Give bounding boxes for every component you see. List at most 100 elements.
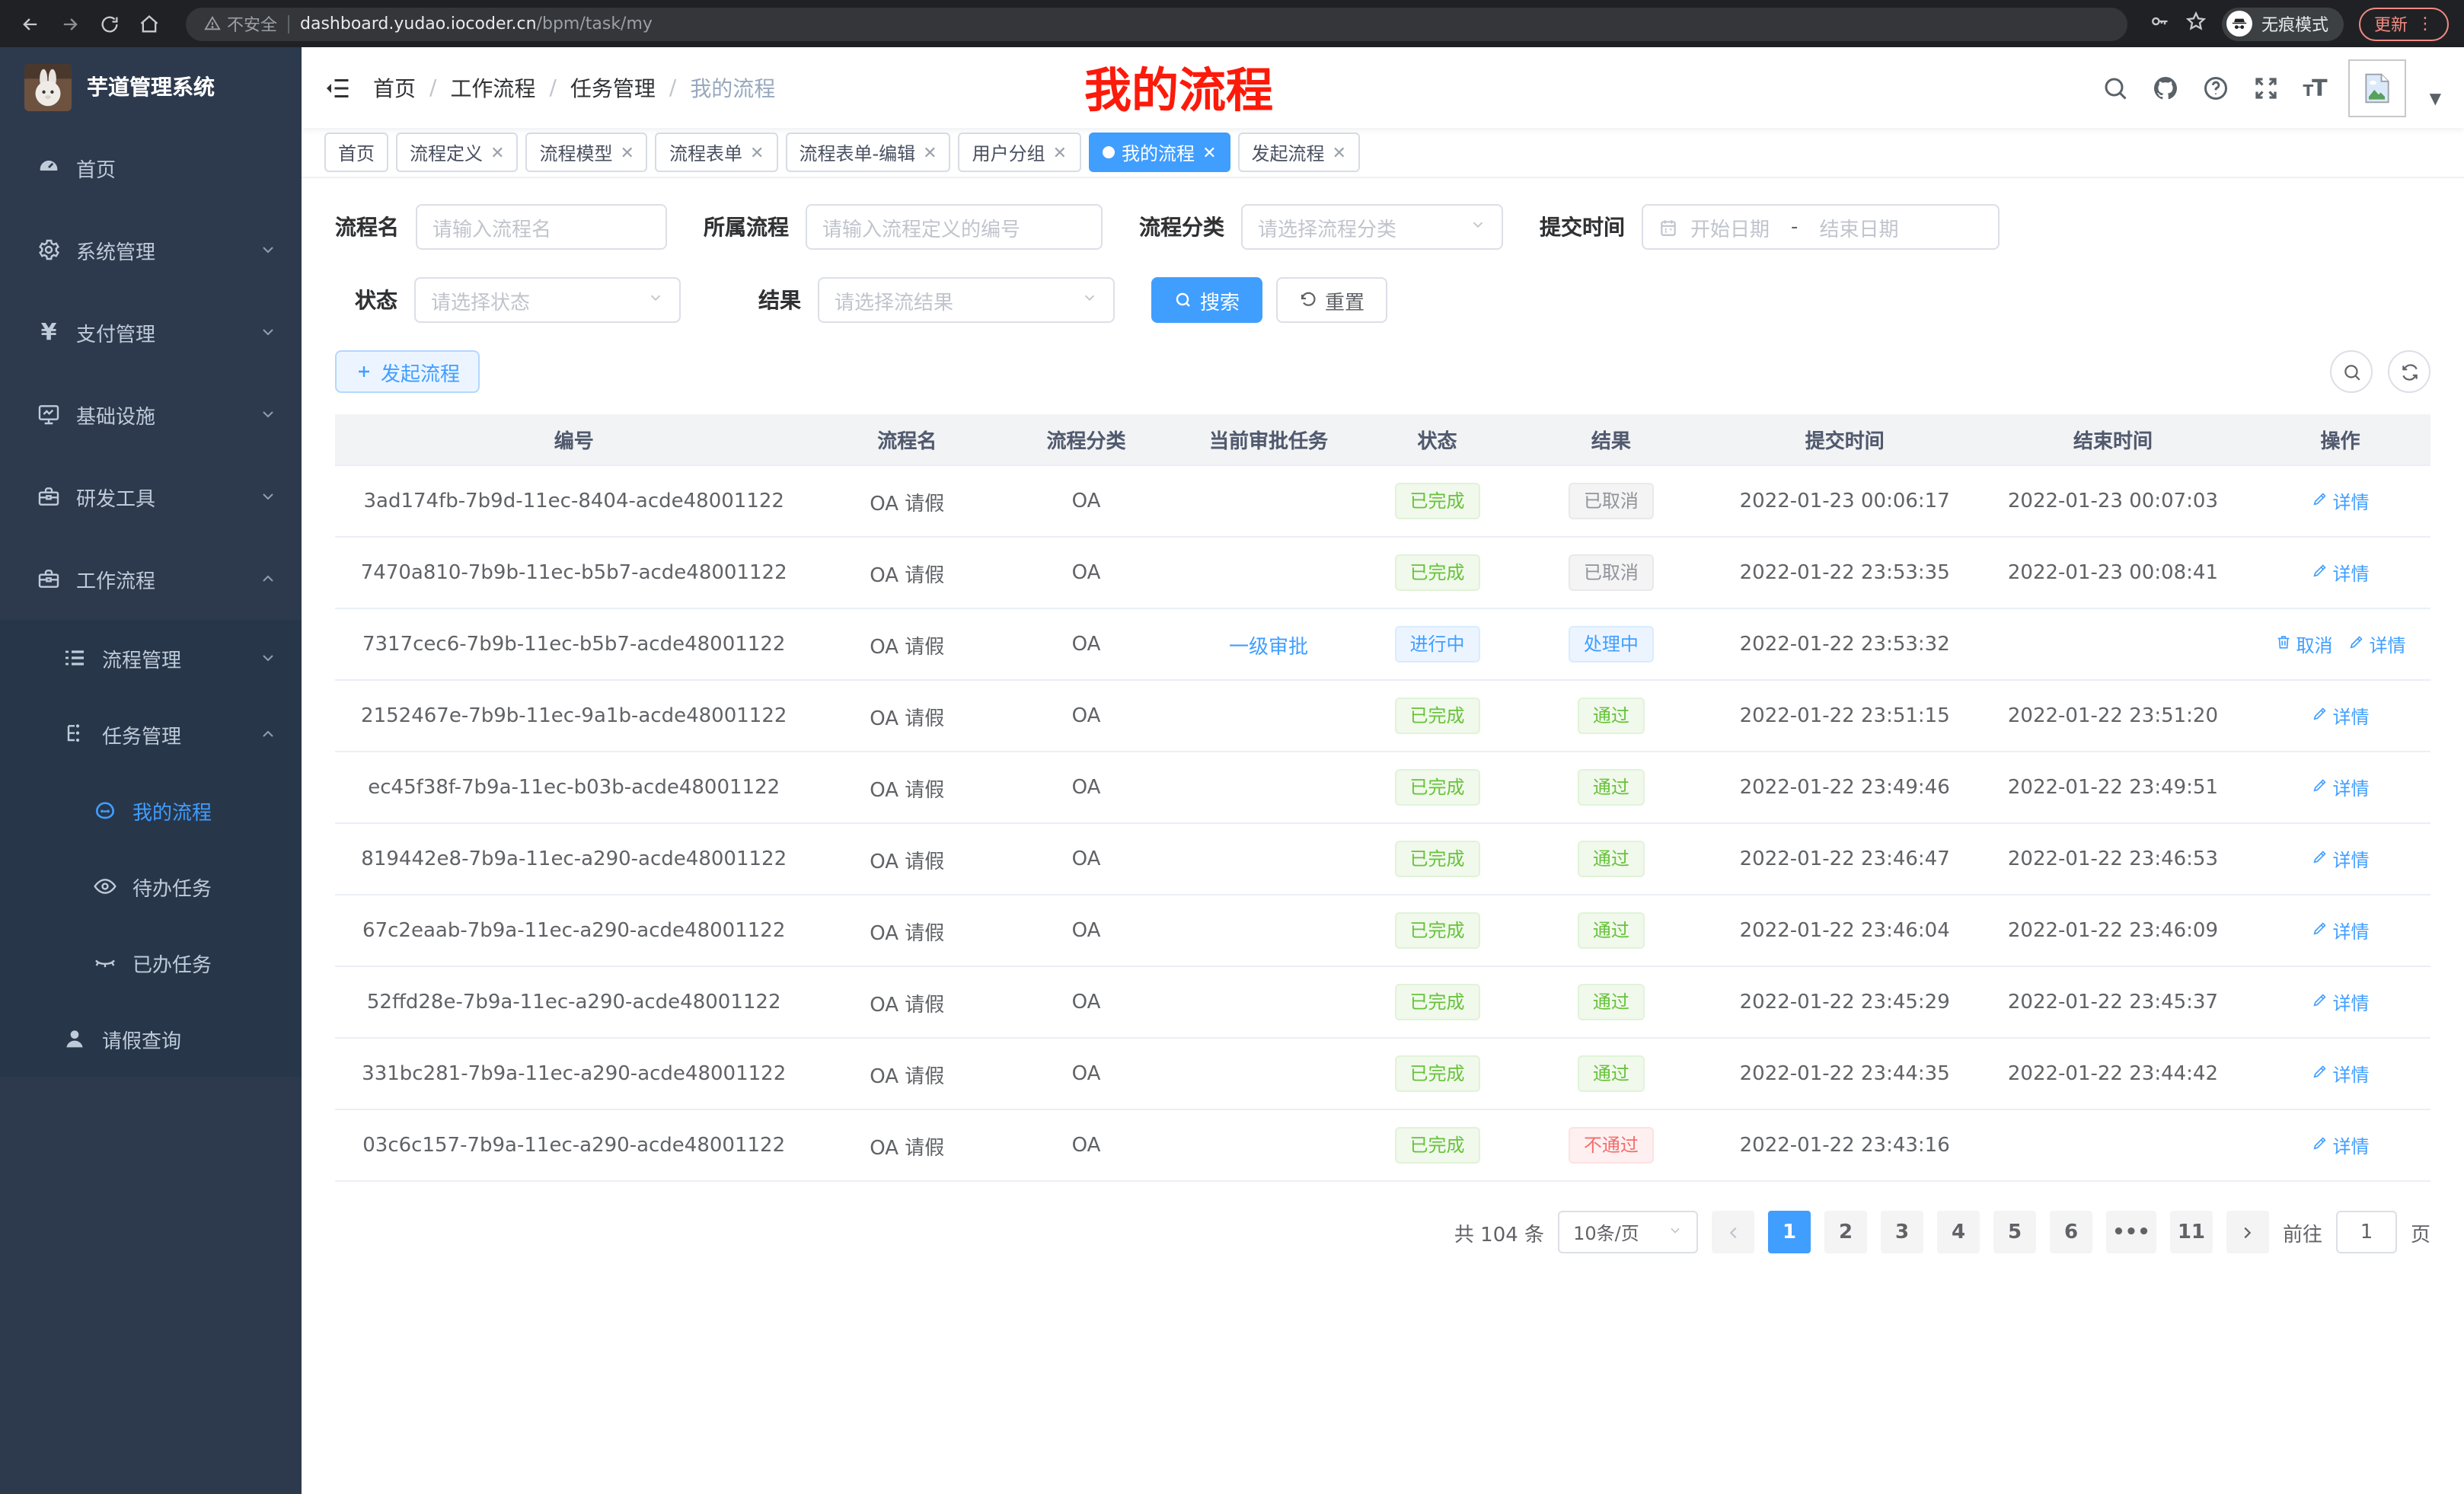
reload-icon[interactable] bbox=[94, 8, 125, 39]
page-button-3[interactable]: 3 bbox=[1881, 1211, 1923, 1253]
start-process-button[interactable]: 发起流程 bbox=[335, 350, 480, 393]
detail-action-link[interactable]: 详情 bbox=[2312, 1132, 2370, 1158]
cell-process-id: 2152467e-7b9b-11ec-9a1b-acde48001122 bbox=[335, 704, 812, 727]
page-button-4[interactable]: 4 bbox=[1937, 1211, 1980, 1253]
broken-image-icon bbox=[2361, 71, 2395, 104]
cell-category: OA bbox=[1001, 776, 1171, 799]
page-button-1[interactable]: 1 bbox=[1768, 1211, 1811, 1253]
status-label: 状态 bbox=[355, 285, 397, 315]
category-select[interactable]: 请选择流程分类 bbox=[1241, 204, 1503, 250]
cancel-action-link[interactable]: 取消 bbox=[2275, 631, 2333, 657]
sidebar-item-task-management[interactable]: 任务管理 bbox=[0, 696, 302, 772]
sidebar-collapse-icon[interactable] bbox=[324, 74, 352, 101]
process-name-input[interactable]: 请输入流程名 bbox=[416, 204, 667, 250]
detail-action-link[interactable]: 详情 bbox=[2312, 918, 2370, 943]
page-button-2[interactable]: 2 bbox=[1824, 1211, 1867, 1253]
font-size-icon[interactable]: TT bbox=[2303, 74, 2325, 101]
close-icon[interactable]: ✕ bbox=[923, 144, 937, 161]
page-button-11[interactable]: 11 bbox=[2170, 1211, 2213, 1253]
bookmark-star-icon[interactable] bbox=[2185, 9, 2207, 38]
tab-我的流程[interactable]: 我的流程✕ bbox=[1088, 132, 1230, 172]
result-select[interactable]: 请选择流结果 bbox=[818, 277, 1115, 323]
page-button-6[interactable]: 6 bbox=[2050, 1211, 2092, 1253]
detail-action-link[interactable]: 详情 bbox=[2348, 631, 2406, 657]
github-icon[interactable] bbox=[2152, 74, 2179, 101]
column-header: 结果 bbox=[1508, 425, 1714, 454]
process-definition-input[interactable]: 请输入流程定义的编号 bbox=[806, 204, 1103, 250]
sidebar-item-todo-task[interactable]: 待办任务 bbox=[0, 848, 302, 924]
home-icon[interactable] bbox=[134, 8, 164, 39]
cell-actions: 取消详情 bbox=[2250, 631, 2430, 657]
tab-流程定义[interactable]: 流程定义✕ bbox=[396, 132, 518, 172]
back-icon[interactable] bbox=[15, 8, 46, 39]
goto-page-input[interactable]: 1 bbox=[2336, 1211, 2397, 1253]
tab-首页[interactable]: 首页 bbox=[324, 132, 388, 172]
breadcrumb-item[interactable]: 工作流程 bbox=[450, 72, 535, 103]
detail-action-link[interactable]: 详情 bbox=[2312, 488, 2370, 514]
tab-流程模型[interactable]: 流程模型✕ bbox=[526, 132, 648, 172]
breadcrumb-item[interactable]: 任务管理 bbox=[570, 72, 656, 103]
address-bar[interactable]: 不安全 dashboard.yudao.iocoder.cn/bpm/task/… bbox=[186, 7, 2127, 40]
fullscreen-icon[interactable] bbox=[2252, 74, 2280, 101]
cell-submit-time: 2022-01-22 23:51:15 bbox=[1714, 704, 1976, 727]
detail-action-link[interactable]: 详情 bbox=[2312, 1061, 2370, 1087]
security-warning[interactable]: 不安全 bbox=[204, 11, 277, 36]
close-icon[interactable]: ✕ bbox=[1053, 144, 1067, 161]
browser-menu-icon[interactable]: ⋮ bbox=[2417, 14, 2434, 34]
sidebar-item-devtools[interactable]: 研发工具 bbox=[0, 455, 302, 538]
sidebar-item-done-task[interactable]: 已办任务 bbox=[0, 924, 302, 1001]
avatar-caret-icon[interactable]: ▼ bbox=[2430, 91, 2441, 107]
detail-action-link[interactable]: 详情 bbox=[2312, 703, 2370, 729]
detail-action-link[interactable]: 详情 bbox=[2312, 846, 2370, 872]
detail-action-link[interactable]: 详情 bbox=[2312, 989, 2370, 1015]
page-button-5[interactable]: 5 bbox=[1993, 1211, 2036, 1253]
breadcrumb-item[interactable]: 首页 bbox=[373, 72, 416, 103]
sidebar-item-leave-query[interactable]: 请假查询 bbox=[0, 1001, 302, 1077]
cell-submit-time: 2022-01-22 23:43:16 bbox=[1714, 1134, 1976, 1157]
cell-category: OA bbox=[1001, 561, 1171, 584]
close-icon[interactable]: ✕ bbox=[1202, 144, 1216, 161]
tab-用户分组[interactable]: 用户分组✕ bbox=[959, 132, 1080, 172]
page-size-select[interactable]: 10条/页 bbox=[1558, 1211, 1698, 1253]
sidebar-item-infrastructure[interactable]: 基础设施 bbox=[0, 373, 302, 455]
tab-流程表单[interactable]: 流程表单✕ bbox=[656, 132, 777, 172]
next-page-button[interactable] bbox=[2226, 1211, 2269, 1253]
tab-流程表单-编辑[interactable]: 流程表单-编辑✕ bbox=[785, 132, 950, 172]
detail-action-link[interactable]: 详情 bbox=[2312, 774, 2370, 800]
detail-action-link[interactable]: 详情 bbox=[2312, 560, 2370, 586]
task-link[interactable]: 一级审批 bbox=[1229, 636, 1308, 659]
page-ellipsis[interactable]: ••• bbox=[2106, 1211, 2156, 1253]
reset-button[interactable]: 重置 bbox=[1276, 277, 1387, 323]
close-icon[interactable]: ✕ bbox=[490, 144, 504, 161]
cell-status: 已完成 bbox=[1366, 698, 1508, 734]
cell-category: OA bbox=[1001, 633, 1171, 656]
close-icon[interactable]: ✕ bbox=[1333, 144, 1346, 161]
close-icon[interactable]: ✕ bbox=[750, 144, 764, 161]
key-icon[interactable] bbox=[2149, 9, 2170, 38]
search-icon[interactable] bbox=[2102, 74, 2129, 101]
date-range-input[interactable]: 开始日期 - 结束日期 bbox=[1642, 204, 2000, 250]
avatar[interactable] bbox=[2349, 59, 2407, 117]
help-icon[interactable] bbox=[2202, 74, 2229, 101]
status-select[interactable]: 请选择状态 bbox=[414, 277, 681, 323]
sidebar-item-payment[interactable]: ¥支付管理 bbox=[0, 291, 302, 373]
cell-process-name: OA 请假 bbox=[812, 988, 1001, 1017]
forward-icon[interactable] bbox=[55, 8, 85, 39]
tab-发起流程[interactable]: 发起流程✕ bbox=[1238, 132, 1360, 172]
refresh-list-button[interactable] bbox=[2388, 350, 2430, 393]
update-button[interactable]: 更新 ⋮ bbox=[2359, 7, 2449, 40]
prev-page-button[interactable] bbox=[1712, 1211, 1754, 1253]
close-icon[interactable]: ✕ bbox=[621, 144, 634, 161]
sidebar-item-workflow[interactable]: 工作流程 bbox=[0, 538, 302, 620]
process-name-label: 流程名 bbox=[335, 212, 399, 242]
cell-category: OA bbox=[1001, 704, 1171, 727]
sidebar-item-settings[interactable]: 系统管理 bbox=[0, 209, 302, 291]
filter-result: 结果 请选择流结果 bbox=[758, 277, 1115, 323]
table-toolbar: 发起流程 bbox=[335, 350, 2430, 393]
search-button[interactable]: 搜索 bbox=[1151, 277, 1262, 323]
sidebar-item-process-management[interactable]: 流程管理 bbox=[0, 620, 302, 696]
sidebar-item-label: 系统管理 bbox=[76, 235, 155, 264]
sidebar-item-my-process[interactable]: 我的流程 bbox=[0, 772, 302, 848]
sidebar-item-dashboard[interactable]: 首页 bbox=[0, 126, 302, 209]
show-search-button[interactable] bbox=[2330, 350, 2373, 393]
